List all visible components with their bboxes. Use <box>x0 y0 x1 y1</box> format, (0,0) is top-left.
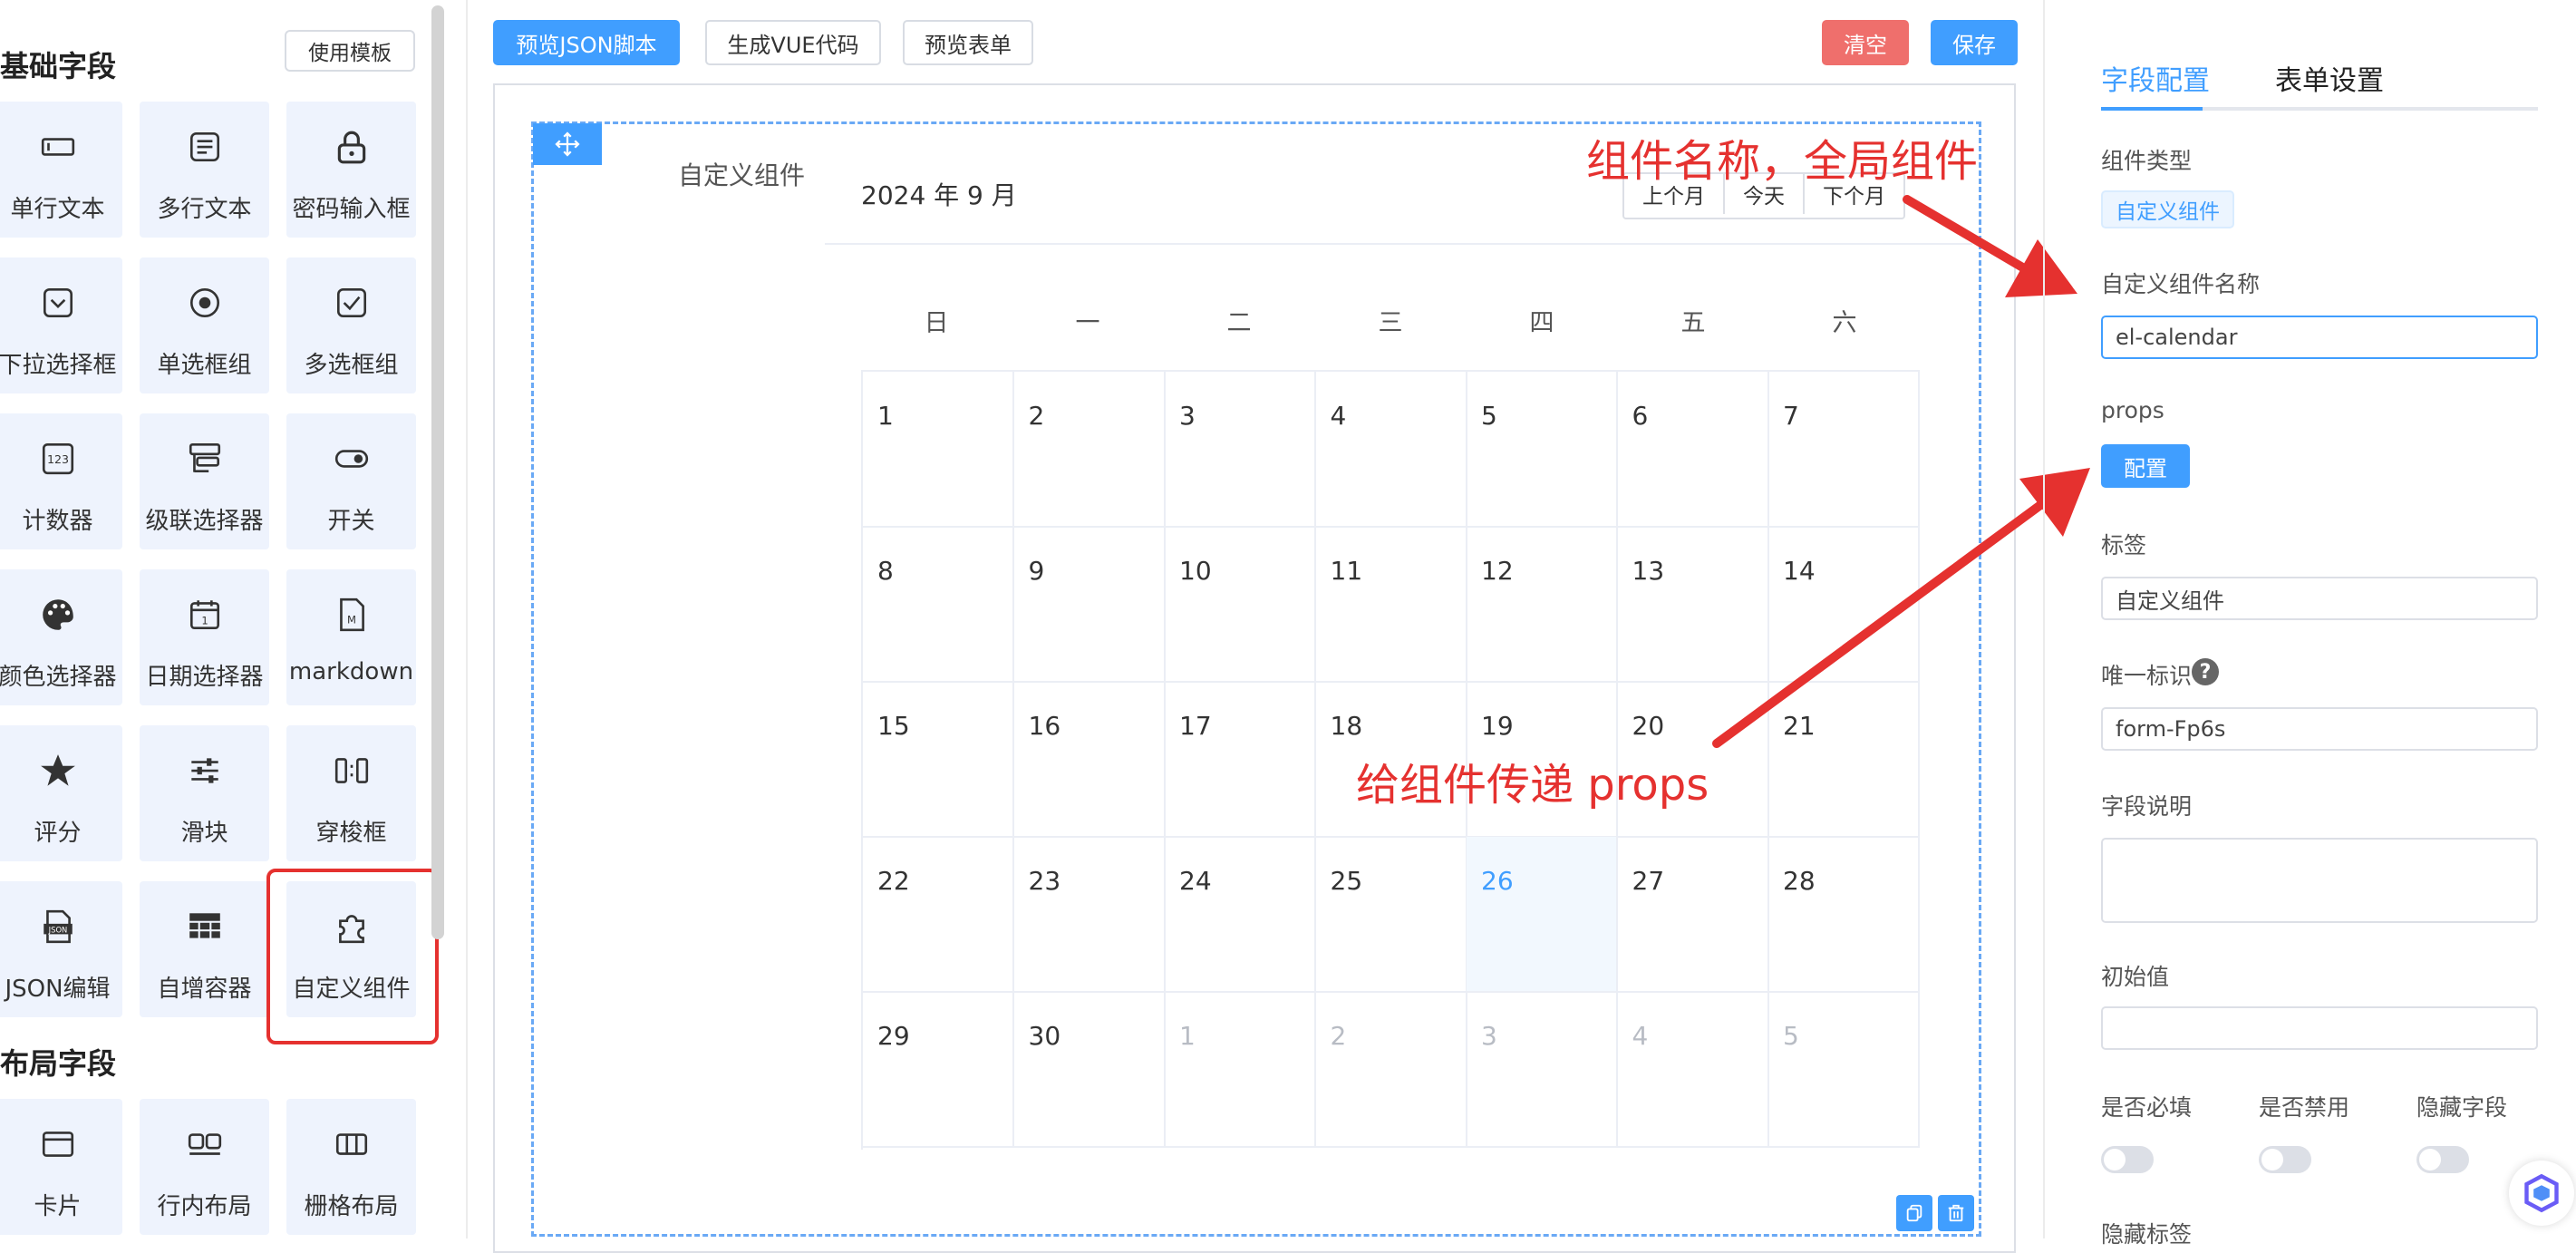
initial-value-input[interactable] <box>2101 1006 2538 1050</box>
tab-active-indicator <box>2101 107 2203 111</box>
component-type-tag: 自定义组件 <box>2101 190 2234 228</box>
field-desc-label: 字段说明 <box>2101 793 2193 820</box>
unique-id-input[interactable]: form-Fp6s <box>2101 707 2538 751</box>
tab-form-settings[interactable]: 表单设置 <box>2275 58 2384 98</box>
right-divider <box>2043 0 2045 1238</box>
custom-name-input[interactable]: el-calendar <box>2101 316 2538 359</box>
initial-value-label: 初始值 <box>2101 964 2170 990</box>
hidden-label: 隐藏字段 <box>2416 1094 2508 1121</box>
weekday-header: 三 <box>1378 309 1403 337</box>
unique-id-label: 唯一标识 <box>2101 663 2193 689</box>
props-label: props <box>2101 397 2164 423</box>
weekday-header: 四 <box>1529 309 1554 337</box>
custom-name-label: 自定义组件名称 <box>2101 271 2261 297</box>
tag-label: 标签 <box>2101 532 2147 559</box>
weekday-header: 二 <box>1226 309 1252 337</box>
field-desc-textarea[interactable] <box>2101 838 2538 923</box>
weekday-header: 六 <box>1832 309 1857 337</box>
disabled-switch[interactable] <box>2259 1146 2311 1173</box>
weekday-header: 五 <box>1680 309 1706 337</box>
hidden-switch[interactable] <box>2416 1146 2469 1173</box>
required-switch[interactable] <box>2101 1146 2154 1173</box>
required-label: 是否必填 <box>2101 1094 2193 1121</box>
disabled-label: 是否禁用 <box>2259 1094 2350 1121</box>
weekday-header: 一 <box>1075 309 1100 337</box>
props-config-button[interactable]: 配置 <box>2101 444 2190 488</box>
tab-field-config[interactable]: 字段配置 <box>2101 58 2210 98</box>
weekday-header: 日 <box>924 309 949 337</box>
hide-label-label: 隐藏标签 <box>2101 1221 2193 1248</box>
component-type-label: 组件类型 <box>2101 148 2193 174</box>
assistant-logo-icon[interactable] <box>2509 1161 2574 1226</box>
tag-input[interactable]: 自定义组件 <box>2101 577 2538 620</box>
help-icon[interactable]: ? <box>2192 658 2219 685</box>
